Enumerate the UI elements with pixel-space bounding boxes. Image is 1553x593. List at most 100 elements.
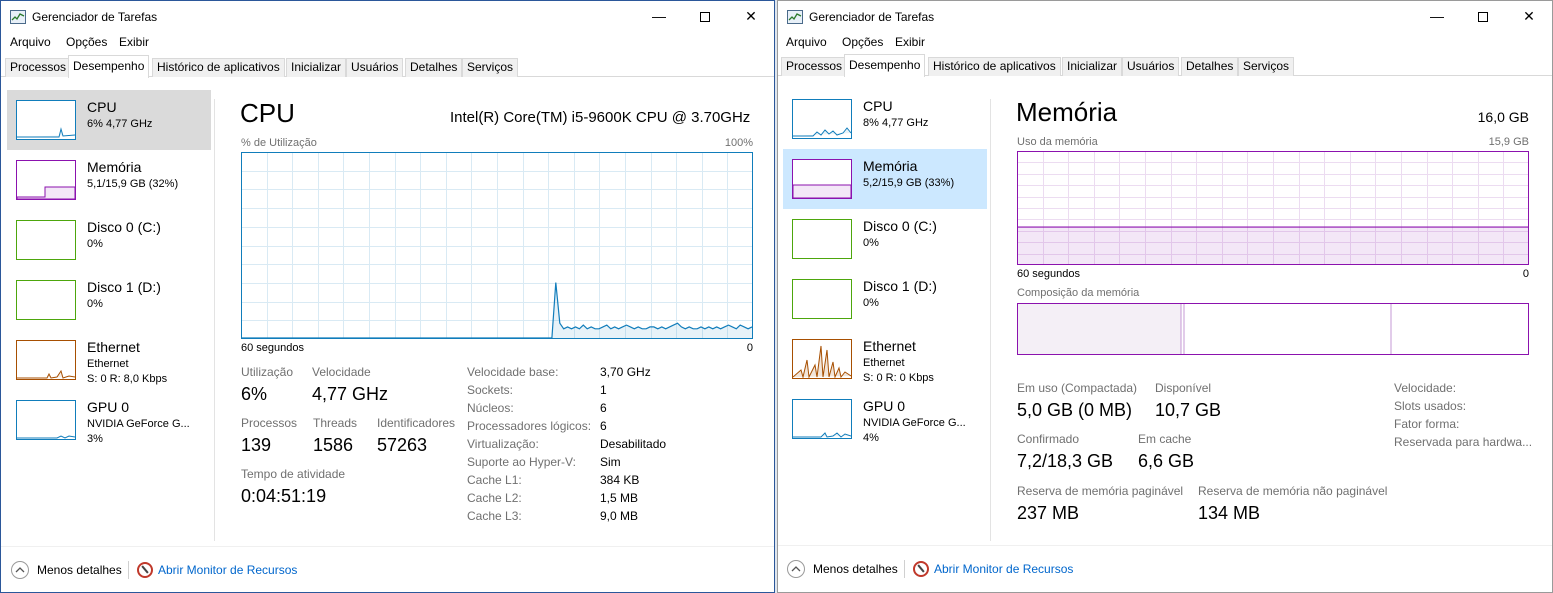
footer-divider (1, 546, 774, 547)
sidebar-item-subtitle: 5,1/15,9 GB (32%) (87, 178, 179, 190)
sidebar-item-memoria[interactable]: Memória 5,2/15,9 GB (33%) (783, 149, 987, 209)
tab-detalhes[interactable]: Detalhes (1181, 57, 1239, 76)
sidebar-item-title: Disco 1 (D:) (87, 279, 161, 295)
sidebar-item-ethernet[interactable]: Ethernet Ethernet S: 0 R: 0 Kbps (783, 329, 987, 389)
stat-processos-value: 139 (241, 435, 272, 455)
sidebar-item-gpu[interactable]: GPU 0 NVIDIA GeForce G... 3% (7, 390, 211, 450)
tab-usuarios[interactable]: Usuários (346, 58, 404, 77)
stat-threads-label: Threads (313, 416, 358, 430)
less-details-button[interactable]: Menos detalhes (813, 562, 898, 576)
menu-arquivo[interactable]: Arquivo (10, 35, 51, 49)
chevron-up-icon[interactable] (787, 560, 805, 578)
chevron-up-icon[interactable] (11, 561, 29, 579)
stat-tempo-label: Tempo de atividade (241, 467, 346, 481)
stat-utilizacao-label: Utilização (241, 365, 294, 379)
sidebar-item-subtitle: 0% (87, 298, 103, 310)
detail-key: Suporte ao Hyper-V: (467, 455, 576, 469)
close-icon[interactable]: ✕ (728, 1, 774, 32)
tab-servicos[interactable]: Serviços (462, 58, 519, 77)
stat-disponivel-label: Disponível (1155, 381, 1212, 395)
resource-monitor-link[interactable]: Abrir Monitor de Recursos (158, 563, 297, 577)
maximize-icon[interactable] (682, 1, 728, 32)
minimize-icon[interactable]: — (1414, 1, 1460, 32)
tab-processos[interactable]: Processos (781, 57, 848, 76)
sidebar-item-cpu[interactable]: CPU 8% 4,77 GHz (783, 89, 987, 149)
sidebar-item-disco-1[interactable]: Disco 1 (D:) 0% (7, 270, 211, 330)
sidebar-item-title: Disco 0 (C:) (863, 218, 937, 234)
tab-historico[interactable]: Histórico de aplicativos (928, 57, 1061, 76)
tab-desempenho[interactable]: Desempenho (844, 54, 926, 77)
stat-utilizacao-value: 6% (241, 384, 268, 404)
sidebar-item-subtitle: NVIDIA GeForce G... (863, 417, 966, 429)
menu-opcoes[interactable]: Opções (842, 35, 883, 49)
processor-name: Intel(R) Core(TM) i5-9600K CPU @ 3.70GHz (450, 109, 751, 126)
detail-value: 6 (600, 401, 607, 415)
task-manager-window-cpu: Gerenciador de Tarefas — ✕ Arquivo Opçõe… (0, 0, 775, 593)
stat-identificadores-value: 57263 (377, 435, 428, 455)
detail-value: 3,70 GHz (600, 365, 651, 379)
resource-monitor-link[interactable]: Abrir Monitor de Recursos (934, 562, 1073, 576)
detail-key: Slots usados: (1394, 399, 1467, 413)
graph-time-label: 60 segundos (1017, 268, 1080, 280)
footer-separator (128, 561, 129, 579)
memory-thumbnail (16, 160, 76, 200)
sidebar-item-disco-1[interactable]: Disco 1 (D:) 0% (783, 269, 987, 329)
sidebar-item-title: CPU (863, 98, 893, 114)
graph-label: Uso da memória (1017, 136, 1098, 148)
sidebar-item-gpu[interactable]: GPU 0 NVIDIA GeForce G... 4% (783, 389, 987, 449)
menu-opcoes[interactable]: Opções (66, 35, 107, 49)
memory-usage-area (1018, 227, 1528, 264)
menu-arquivo[interactable]: Arquivo (786, 35, 827, 49)
detail-value: 9,0 MB (600, 509, 639, 523)
menu-exibir[interactable]: Exibir (119, 35, 149, 49)
maximize-icon[interactable] (1460, 1, 1506, 32)
sidebar-item-detail: 4% (863, 432, 879, 444)
stat-paginavel-value: 237 MB (1017, 503, 1080, 523)
title-bar[interactable]: Gerenciador de Tarefas — ✕ (1, 1, 774, 32)
sidebar-item-ethernet[interactable]: Ethernet Ethernet S: 0 R: 8,0 Kbps (7, 330, 211, 390)
resource-monitor-icon (137, 562, 153, 578)
resource-monitor-icon (913, 561, 929, 577)
sidebar-item-cpu[interactable]: CPU 6% 4,77 GHz (7, 90, 211, 150)
sidebar-item-disco-0[interactable]: Disco 0 (C:) 0% (7, 210, 211, 270)
detail-key: Processadores lógicos: (467, 419, 592, 433)
stat-confirmado-value: 7,2/18,3 GB (1017, 451, 1114, 471)
menu-exibir[interactable]: Exibir (895, 35, 925, 49)
gpu-thumbnail (16, 400, 76, 440)
tab-servicos[interactable]: Serviços (1238, 57, 1295, 76)
tab-detalhes[interactable]: Detalhes (405, 58, 463, 77)
sidebar-item-memoria[interactable]: Memória 5,1/15,9 GB (32%) (7, 150, 211, 210)
tab-inicializar[interactable]: Inicializar (286, 58, 347, 77)
stat-disponivel-value: 10,7 GB (1155, 400, 1222, 420)
detail-value: 6 (600, 419, 607, 433)
sidebar-item-title: GPU 0 (87, 399, 130, 415)
tab-desempenho[interactable]: Desempenho (68, 55, 150, 78)
less-details-button[interactable]: Menos detalhes (37, 563, 122, 577)
detail-key: Cache L2: (467, 491, 522, 505)
tab-historico[interactable]: Histórico de aplicativos (152, 58, 285, 77)
graph-label: % de Utilização (241, 137, 317, 149)
sidebar-item-disco-0[interactable]: Disco 0 (C:) 0% (783, 209, 987, 269)
ethernet-thumbnail (792, 339, 852, 379)
title-bar[interactable]: Gerenciador de Tarefas — ✕ (778, 1, 1552, 32)
tab-inicializar[interactable]: Inicializar (1062, 57, 1123, 76)
detail-value: 384 KB (600, 473, 640, 487)
graph-zero-label: 0 (1522, 268, 1529, 280)
detail-key: Núcleos: (467, 401, 514, 415)
tab-usuarios[interactable]: Usuários (1122, 57, 1180, 76)
graph-zero-label: 0 (746, 342, 753, 354)
divider (214, 99, 215, 541)
composition-label: Composição da memória (1017, 287, 1140, 299)
detail-value: Sim (600, 455, 621, 469)
detail-key: Cache L3: (467, 509, 522, 523)
footer-separator (904, 560, 905, 578)
graph-time-label: 60 segundos (241, 342, 304, 354)
minimize-icon[interactable]: — (636, 1, 682, 32)
close-icon[interactable]: ✕ (1506, 1, 1552, 32)
detail-key: Virtualização: (467, 437, 539, 451)
memory-total: 16,0 GB (1477, 109, 1529, 125)
gpu-thumbnail (792, 399, 852, 439)
tab-processos[interactable]: Processos (5, 58, 72, 77)
sidebar-item-subtitle: 0% (863, 237, 879, 249)
window-title: Gerenciador de Tarefas (809, 10, 935, 24)
